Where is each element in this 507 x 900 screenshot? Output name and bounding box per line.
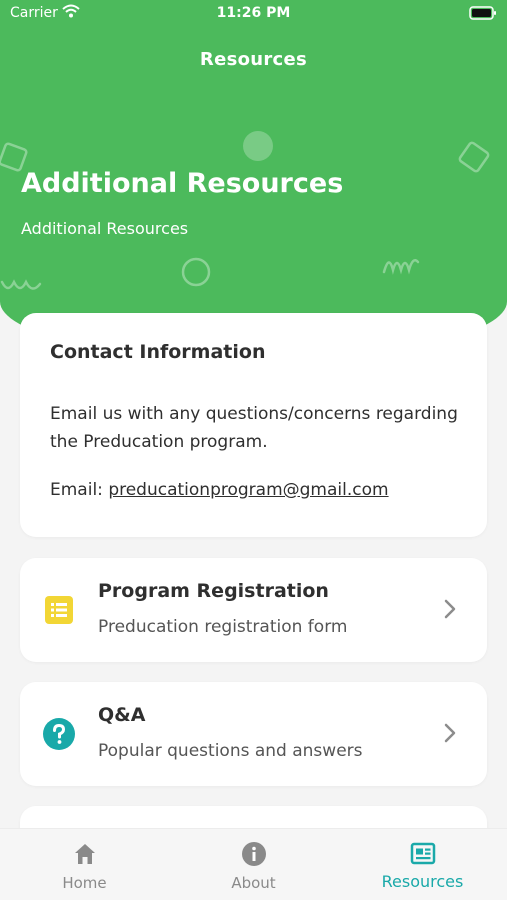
contact-email-line: Email: preducationprogram@gmail.com [50, 480, 389, 500]
email-label: Email: [50, 480, 103, 500]
battery-icon [469, 6, 496, 20]
decorative-square-icon [458, 141, 490, 173]
contact-body: Email us with any questions/concerns reg… [50, 404, 458, 452]
page-title: Additional Resources [21, 168, 344, 199]
email-link[interactable]: preducationprogram@gmail.com [108, 480, 388, 500]
tab-home[interactable]: Home [0, 829, 169, 900]
nav-title: Resources [199, 49, 308, 70]
resource-subtitle: Preducation registration form [98, 617, 348, 637]
list-icon [45, 596, 73, 624]
tab-label: About [231, 874, 276, 892]
decorative-ring-icon [181, 257, 211, 287]
page-subtitle: Additional Resources [21, 219, 189, 238]
decorative-squiggle-icon [382, 259, 420, 275]
tab-about[interactable]: About [169, 829, 338, 900]
contact-card: Contact Information Email us with any qu… [20, 313, 487, 537]
tab-label: Resources [381, 872, 464, 891]
tab-bar: Home About Resources [0, 828, 507, 900]
contact-heading: Contact Information [50, 341, 266, 363]
tab-resources[interactable]: Resources [338, 829, 507, 900]
resource-item-registration[interactable]: Program Registration Preducation registr… [20, 558, 487, 662]
status-time: 11:26 PM [216, 5, 291, 21]
resource-item-qa[interactable]: Q&A Popular questions and answers [20, 682, 487, 786]
chevron-right-icon [444, 723, 456, 743]
decorative-squiggle-icon [0, 279, 42, 290]
chevron-right-icon [444, 599, 456, 619]
info-icon [241, 842, 266, 866]
resource-subtitle: Popular questions and answers [98, 741, 363, 761]
status-bar: Carrier 11:26 PM [0, 0, 507, 30]
resource-title: Q&A [98, 704, 146, 726]
home-icon [74, 844, 95, 864]
question-icon [43, 718, 75, 750]
tab-label: Home [62, 874, 107, 892]
decorative-dot-icon [243, 131, 273, 161]
header-banner: Carrier 11:26 PM Resources Additional Re… [0, 0, 507, 360]
news-icon [410, 842, 435, 865]
resource-title: Program Registration [98, 580, 329, 602]
